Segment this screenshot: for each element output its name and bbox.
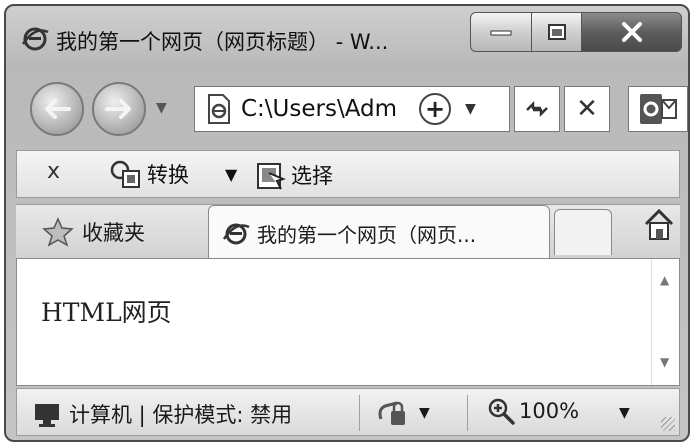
maximize-button[interactable] <box>532 12 582 52</box>
refresh-icon <box>526 100 548 118</box>
status-divider <box>467 395 468 431</box>
computer-icon <box>35 404 59 427</box>
window-controls <box>470 12 682 52</box>
tab-title: 我的第一个网页（网页... <box>257 223 477 247</box>
refresh-button[interactable] <box>514 86 560 132</box>
scroll-down-icon[interactable]: ▼ <box>660 355 669 369</box>
minimize-button[interactable] <box>470 12 532 52</box>
select-button[interactable]: 选择 <box>255 159 333 191</box>
close-button[interactable] <box>582 12 682 52</box>
close-icon <box>621 22 642 42</box>
back-button[interactable] <box>30 82 84 136</box>
status-bar: 计算机 | 保护模式: 禁用 ▼ 100% ▼ <box>16 388 680 436</box>
page-body-text: HTML网页 <box>41 298 172 327</box>
security-dropdown-icon[interactable]: ▼ <box>419 405 430 421</box>
title-bar: 我的第一个网页（网页标题） - W... <box>6 6 688 70</box>
security-lock-icon <box>378 401 405 425</box>
address-input[interactable]: C:\Users\Adm <box>241 96 411 122</box>
stop-button[interactable]: ✕ <box>564 86 610 132</box>
convert-dropdown-icon[interactable]: ▼ <box>225 165 237 184</box>
security-zone[interactable]: 计算机 | 保护模式: 禁用 <box>33 399 292 429</box>
address-bar[interactable]: C:\Users\Adm + ▼ <box>194 86 510 132</box>
vertical-scrollbar[interactable]: ▲ ▼ <box>651 259 679 385</box>
window-title: 我的第一个网页（网页标题） - W... <box>56 30 389 54</box>
back-arrow-icon <box>45 99 71 119</box>
status-divider <box>359 395 360 431</box>
zoom-level: 100% <box>519 399 580 423</box>
toolbar-close-button[interactable]: x <box>47 159 60 184</box>
minimize-icon <box>490 30 512 36</box>
browser-window: 我的第一个网页（网页标题） - W... ▼ C:\Users\Adm + ▼ … <box>4 4 690 442</box>
zoom-dropdown-icon[interactable]: ▼ <box>619 405 630 421</box>
favorites-button[interactable]: 收藏夹 <box>42 217 145 247</box>
navigation-bar: ▼ C:\Users\Adm + ▼ ✕ <box>6 74 688 144</box>
zone-label: 计算机 | 保护模式: 禁用 <box>69 403 293 427</box>
select-label: 选择 <box>291 164 333 188</box>
tab-bar: 收藏夹 我的第一个网页（网页... <box>16 204 680 261</box>
maximize-icon <box>547 24 566 40</box>
page-icon <box>208 94 230 124</box>
zoom-icon <box>488 398 515 425</box>
page-content: HTML网页 ▲ ▼ <box>16 258 680 386</box>
forward-button[interactable] <box>92 82 146 136</box>
command-bar: x 转换 ▼ 选择 <box>16 150 680 198</box>
compatibility-icon[interactable]: + <box>419 93 451 125</box>
forward-arrow-icon <box>105 99 131 119</box>
pop-up-blocker-button[interactable]: ▼ <box>375 397 430 429</box>
favorites-label: 收藏夹 <box>82 221 145 245</box>
convert-label: 转换 <box>147 163 189 187</box>
new-tab-button[interactable] <box>554 209 612 255</box>
scroll-up-icon[interactable]: ▲ <box>660 273 669 287</box>
ie-logo-icon <box>21 27 49 51</box>
resize-grip-icon[interactable] <box>661 417 675 431</box>
tab-active[interactable]: 我的第一个网页（网页... <box>208 205 550 261</box>
zoom-button[interactable]: 100% <box>487 397 579 425</box>
address-dropdown-icon[interactable]: ▼ <box>465 101 476 117</box>
convert-button[interactable]: 转换 <box>109 159 189 189</box>
ie-tab-icon <box>222 223 250 244</box>
convert-icon <box>110 160 140 188</box>
home-icon[interactable] <box>642 207 676 241</box>
outlook-icon <box>640 94 677 124</box>
outlook-button[interactable] <box>628 86 688 132</box>
history-dropdown-icon[interactable]: ▼ <box>156 100 167 116</box>
select-icon <box>257 163 286 190</box>
star-icon <box>42 217 74 247</box>
